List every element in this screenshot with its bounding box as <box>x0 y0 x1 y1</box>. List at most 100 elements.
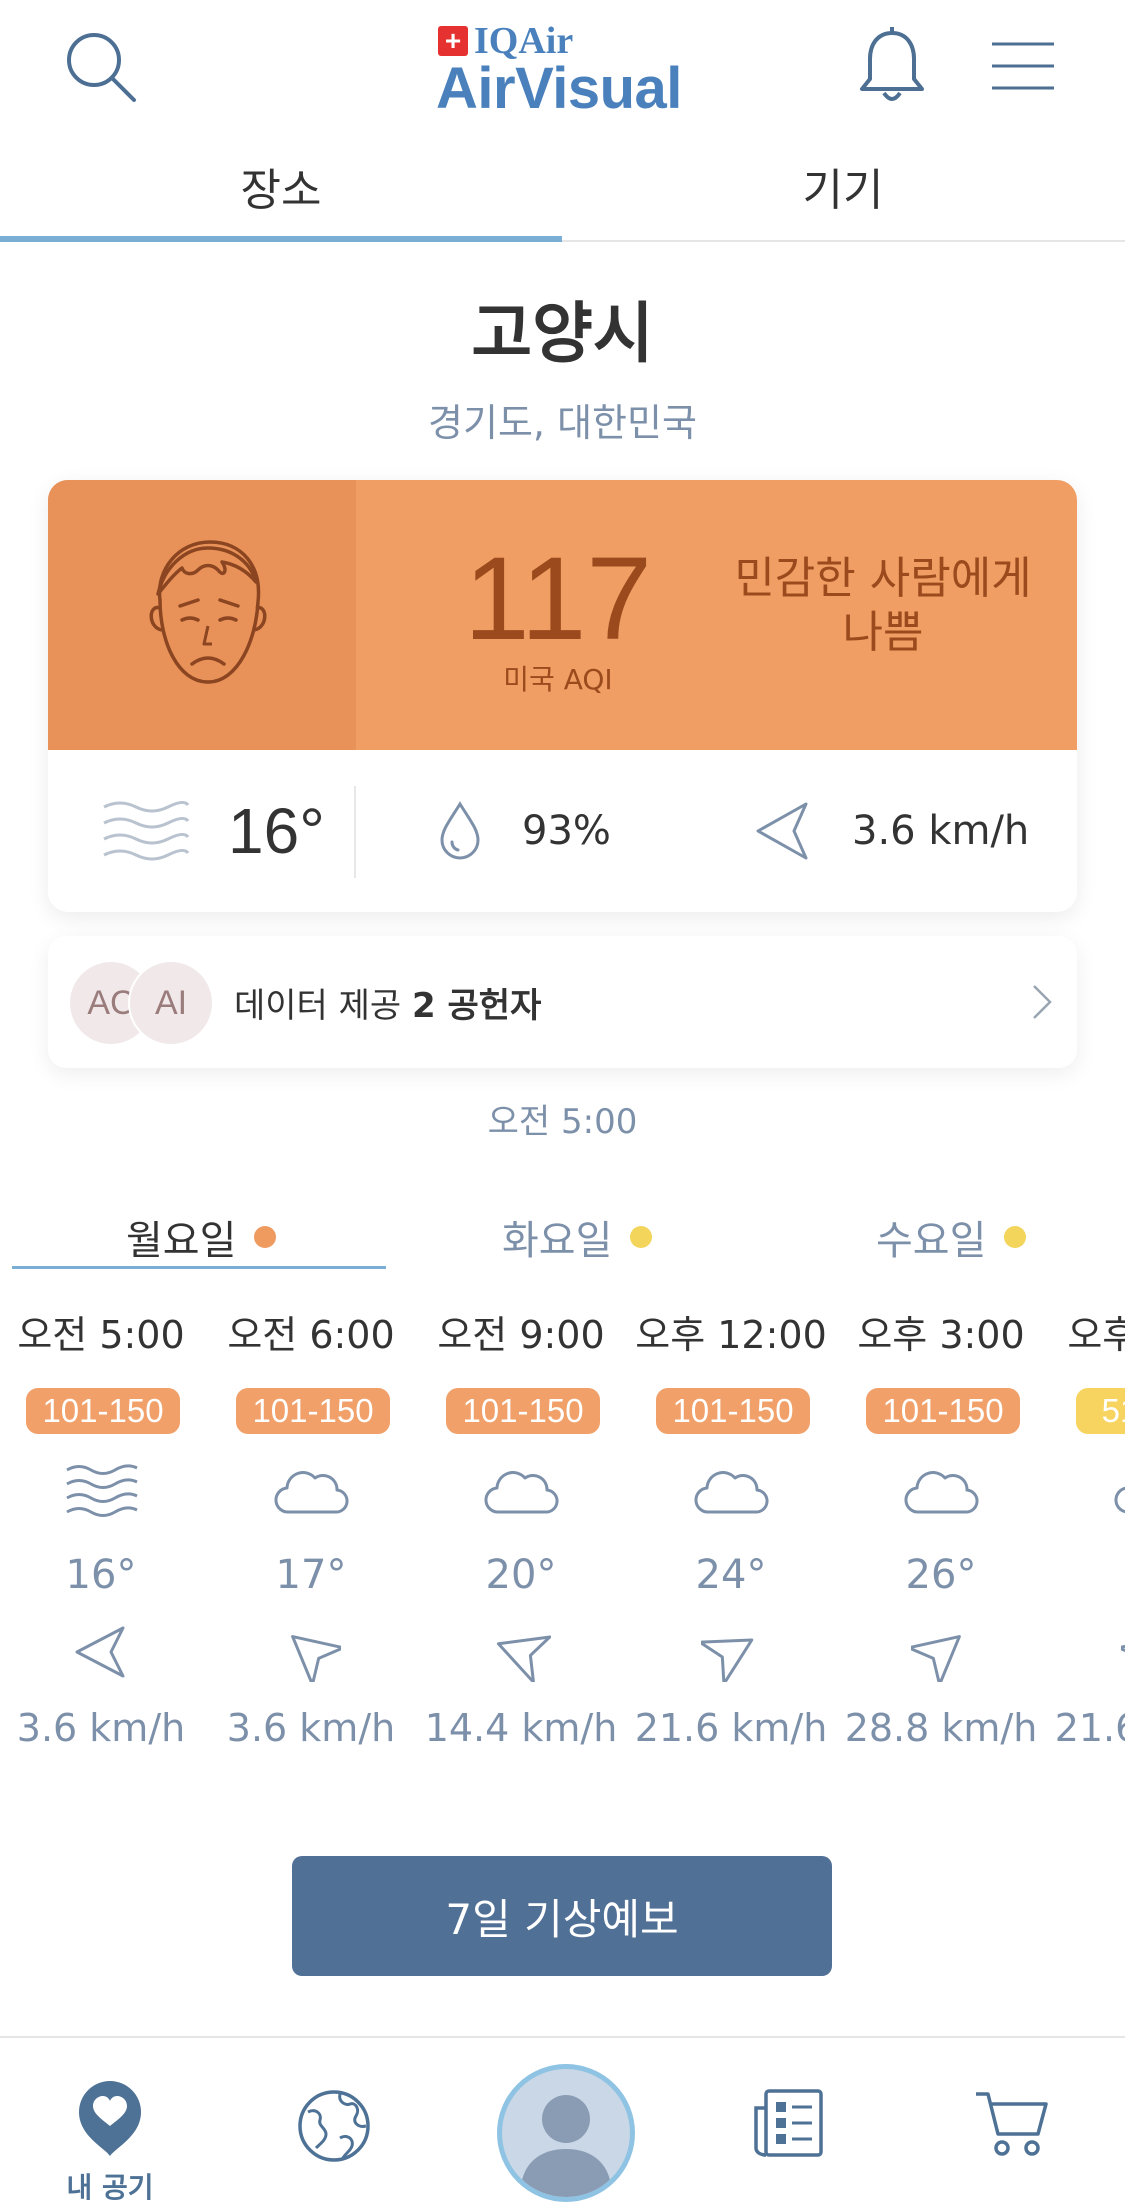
wind-direction-icon <box>1117 1622 1125 1687</box>
day-label: 화요일 <box>502 1218 613 1264</box>
wind-direction-icon <box>491 1622 552 1684</box>
tab-places[interactable]: 장소 <box>0 154 562 218</box>
nav-shop[interactable] <box>974 2088 1050 2164</box>
contributors-count: 2 공헌자 <box>412 986 542 1026</box>
nav-news[interactable] <box>752 2088 824 2162</box>
hour-temperature: 17° <box>275 1552 347 1598</box>
hourly-item: 오전 9:00 101-150 20° 14.4 km/h <box>416 1304 626 1774</box>
aqi-range-badge: 101-150 <box>656 1388 810 1434</box>
face-panel <box>48 480 356 750</box>
active-tab-indicator <box>0 236 562 242</box>
hour-temperature: 20° <box>485 1552 557 1598</box>
aqi-status-line2: 나쁨 <box>842 607 924 658</box>
hour-time: 오후 3:00 <box>857 1313 1025 1357</box>
wind-direction-icon <box>756 802 808 860</box>
search-button[interactable] <box>60 26 144 110</box>
hourly-item: 오전 6:00 101-150 17° 3.6 km/h <box>206 1304 416 1774</box>
hourly-item: 오전 5:00 101-150 16° 3.6 km/h <box>0 1304 206 1774</box>
aqi-unit-label: 미국 AQI <box>503 663 613 696</box>
day-tab-monday[interactable]: 월요일 <box>126 1208 277 1266</box>
weather-divider <box>354 786 356 878</box>
shopping-cart-icon <box>976 2092 1048 2156</box>
cloud-icon <box>691 1460 771 1520</box>
sad-face-icon <box>149 540 267 684</box>
hour-wind-speed: 3.6 km/h <box>16 1706 186 1750</box>
wind-item: 3.6 km/h <box>752 750 1029 912</box>
menu-button[interactable] <box>988 34 1058 98</box>
app-header: + IQAir AirVisual <box>0 0 1125 140</box>
contributors-row[interactable]: AC AI 데이터 제공 2 공헌자 <box>48 936 1077 1068</box>
current-temperature: 16° <box>228 795 325 867</box>
contributors-text: 데이터 제공 2 공헌자 <box>234 978 541 1027</box>
tab-devices[interactable]: 기기 <box>562 154 1124 218</box>
hour-time: 오전 5:00 <box>17 1313 185 1357</box>
aqi-range-badge: 101-150 <box>26 1388 180 1434</box>
location-device-tabs: 장소 기기 <box>0 140 1125 242</box>
hourly-item: 오후 6:00 51-100 - 21.6 km/h <box>1046 1304 1125 1774</box>
hour-temperature: 16° <box>65 1552 137 1598</box>
search-icon <box>67 33 136 102</box>
airvisual-logo-text: AirVisual <box>436 56 682 121</box>
heart-location-icon <box>79 2081 141 2156</box>
day-label: 월요일 <box>126 1218 237 1264</box>
aqi-value: 117 <box>463 533 653 665</box>
hour-wind-speed: 21.6 km/h <box>634 1706 828 1750</box>
humidity-item: 93% <box>436 750 611 912</box>
cloud-icon <box>901 1460 981 1520</box>
hour-wind-speed: 21.6 km/h <box>1054 1706 1125 1750</box>
hour-temperature: 24° <box>695 1552 767 1598</box>
newspaper-icon <box>754 2089 823 2157</box>
hour-time: 오전 9:00 <box>437 1313 605 1357</box>
nav-my-air[interactable]: 내 공기 <box>30 2038 190 2204</box>
aqi-status-line1: 민감한 사람에게 <box>734 553 1032 604</box>
hour-time: 오후 6:00 <box>1067 1313 1125 1357</box>
aqi-card[interactable]: 117 미국 AQI 민감한 사람에게 나쁨 16° 93% 3.6 km/h <box>48 480 1077 912</box>
aqi-dot <box>1004 1226 1027 1248</box>
updated-time: 오전 5:00 <box>487 1102 638 1142</box>
hour-wind-speed: 28.8 km/h <box>844 1706 1038 1750</box>
contributors-prefix: 데이터 제공 <box>234 986 402 1026</box>
airvisual-logo: + IQAir AirVisual <box>434 18 694 121</box>
aqi-range-badge: 51-100 <box>1076 1388 1125 1434</box>
hourly-item: 오후 12:00 101-150 24° 21.6 km/h <box>626 1304 836 1774</box>
profile-button[interactable] <box>497 2064 635 2202</box>
day-tab-wednesday[interactable]: 수요일 <box>876 1208 1027 1266</box>
hamburger-menu-icon <box>992 42 1054 90</box>
active-day-indicator <box>12 1266 386 1269</box>
city-name: 고양시 <box>471 295 654 372</box>
wind-direction-icon <box>907 1622 971 1687</box>
nav-world-map[interactable] <box>296 2088 372 2168</box>
hourly-item: 오후 3:00 101-150 26° 28.8 km/h <box>836 1304 1046 1774</box>
user-avatar-icon <box>520 2095 612 2197</box>
water-drop-icon <box>440 801 480 860</box>
aqi-range-badge: 101-150 <box>446 1388 600 1434</box>
swiss-cross-icon: + <box>438 26 468 56</box>
wind-direction-icon <box>71 1622 131 1682</box>
hour-time: 오전 6:00 <box>227 1313 395 1357</box>
cloud-icon <box>481 1460 561 1520</box>
day-label: 수요일 <box>876 1218 987 1264</box>
nav-my-air-label: 내 공기 <box>66 2171 154 2204</box>
aqi-dot <box>254 1226 277 1248</box>
region-name: 경기도, 대한민국 <box>428 401 697 445</box>
current-weather-row: 16° 93% 3.6 km/h <box>48 750 1077 912</box>
notifications-button[interactable] <box>852 22 932 112</box>
cloud-icon <box>271 1460 351 1520</box>
hour-time: 오후 12:00 <box>635 1313 827 1357</box>
hour-wind-speed: 3.6 km/h <box>226 1706 396 1750</box>
fog-icon <box>61 1460 141 1520</box>
aqi-banner: 117 미국 AQI 민감한 사람에게 나쁨 <box>48 480 1077 750</box>
hour-temperature: 26° <box>905 1552 977 1598</box>
current-humidity: 93% <box>522 808 611 854</box>
day-tab-tuesday[interactable]: 화요일 <box>502 1208 653 1266</box>
hour-wind-speed: 14.4 km/h <box>424 1706 618 1750</box>
globe-icon <box>298 2090 370 2162</box>
wind-direction-icon <box>281 1622 345 1687</box>
cloud-icon <box>1111 1460 1125 1520</box>
fog-icon <box>103 800 190 861</box>
current-wind-speed: 3.6 km/h <box>852 808 1030 854</box>
hour-temperature: - <box>1046 1552 1125 1598</box>
contributor-avatar: AI <box>128 960 214 1046</box>
bell-icon <box>860 27 924 101</box>
seven-day-forecast-button[interactable]: 7일 기상예보 <box>292 1856 832 1976</box>
